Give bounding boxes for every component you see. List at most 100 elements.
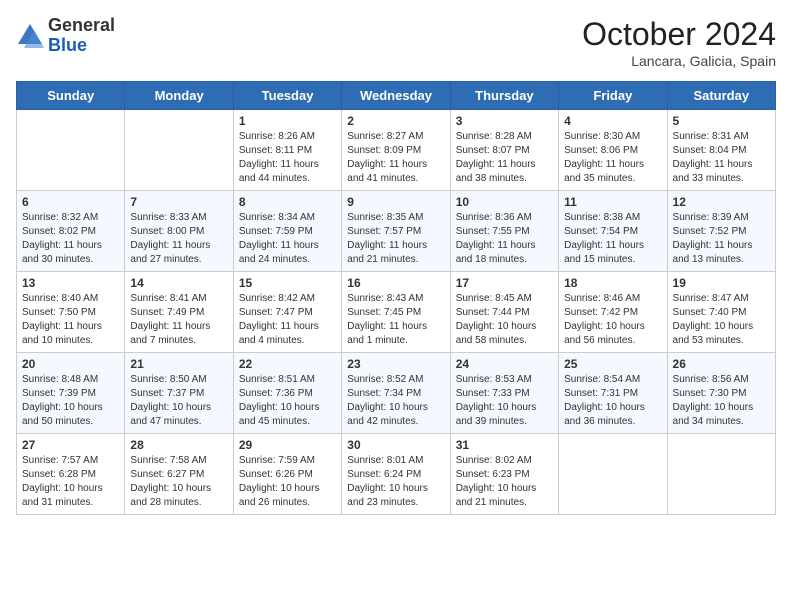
logo-general-text: General xyxy=(48,16,115,36)
day-number: 9 xyxy=(347,195,444,209)
day-number: 22 xyxy=(239,357,336,371)
cell-content: Sunrise: 8:27 AM Sunset: 8:09 PM Dayligh… xyxy=(347,130,444,186)
day-number: 19 xyxy=(673,276,770,290)
calendar-cell: 16 Sunrise: 8:43 AM Sunset: 7:45 PM Dayli… xyxy=(342,272,450,353)
calendar-cell: 10Sunrise: 8:36 AM Sunset: 7:55 PM Dayli… xyxy=(450,191,558,272)
cell-content: Sunrise: 8:35 AM Sunset: 7:57 PM Dayligh… xyxy=(347,211,444,267)
day-number: 21 xyxy=(130,357,227,371)
cell-content: Sunrise: 8:46 AM Sunset: 7:42 PM Dayligh… xyxy=(564,292,661,348)
calendar-cell xyxy=(17,110,125,191)
day-header-tuesday: Tuesday xyxy=(233,82,341,110)
cell-content: Sunrise: 8:41 AM Sunset: 7:49 PM Dayligh… xyxy=(130,292,227,348)
calendar-cell: 28 Sunrise: 7:58 AM Sunset: 6:27 PM Dayli… xyxy=(125,434,233,515)
logo-icon xyxy=(16,22,44,50)
cell-content: Sunrise: 7:57 AM Sunset: 6:28 PM Dayligh… xyxy=(22,454,119,510)
day-header-friday: Friday xyxy=(559,82,667,110)
cell-content: Sunrise: 8:53 AM Sunset: 7:33 PM Dayligh… xyxy=(456,373,553,429)
day-number: 18 xyxy=(564,276,661,290)
cell-content: Sunrise: 8:54 AM Sunset: 7:31 PM Dayligh… xyxy=(564,373,661,429)
calendar-cell: 5 Sunrise: 8:31 AM Sunset: 8:04 PM Daylig… xyxy=(667,110,775,191)
cell-content: Sunrise: 8:50 AM Sunset: 7:37 PM Dayligh… xyxy=(130,373,227,429)
month-title: October 2024 xyxy=(582,16,776,53)
days-of-week-row: SundayMondayTuesdayWednesdayThursdayFrid… xyxy=(17,82,776,110)
day-number: 27 xyxy=(22,438,119,452)
logo: General Blue xyxy=(16,16,115,56)
calendar-week-row: 13Sunrise: 8:40 AM Sunset: 7:50 PM Dayli… xyxy=(17,272,776,353)
day-header-monday: Monday xyxy=(125,82,233,110)
calendar-body: 1 Sunrise: 8:26 AM Sunset: 8:11 PM Daylig… xyxy=(17,110,776,515)
day-number: 31 xyxy=(456,438,553,452)
calendar-cell: 23 Sunrise: 8:52 AM Sunset: 7:34 PM Dayli… xyxy=(342,353,450,434)
calendar-cell xyxy=(667,434,775,515)
calendar-cell: 13Sunrise: 8:40 AM Sunset: 7:50 PM Dayli… xyxy=(17,272,125,353)
calendar-cell: 15 Sunrise: 8:42 AM Sunset: 7:47 PM Dayli… xyxy=(233,272,341,353)
cell-content: Sunrise: 8:48 AM Sunset: 7:39 PM Dayligh… xyxy=(22,373,119,429)
cell-content: Sunrise: 8:02 AM Sunset: 6:23 PM Dayligh… xyxy=(456,454,553,510)
calendar-cell: 11 Sunrise: 8:38 AM Sunset: 7:54 PM Dayli… xyxy=(559,191,667,272)
cell-content: Sunrise: 8:43 AM Sunset: 7:45 PM Dayligh… xyxy=(347,292,444,348)
calendar-cell: 2 Sunrise: 8:27 AM Sunset: 8:09 PM Daylig… xyxy=(342,110,450,191)
cell-content: Sunrise: 8:26 AM Sunset: 8:11 PM Dayligh… xyxy=(239,130,336,186)
logo-text: General Blue xyxy=(48,16,115,56)
calendar-week-row: 1 Sunrise: 8:26 AM Sunset: 8:11 PM Daylig… xyxy=(17,110,776,191)
calendar-cell: 6 Sunrise: 8:32 AM Sunset: 8:02 PM Daylig… xyxy=(17,191,125,272)
calendar-cell: 30 Sunrise: 8:01 AM Sunset: 6:24 PM Dayli… xyxy=(342,434,450,515)
page-header: General Blue October 2024 Lancara, Galic… xyxy=(16,16,776,69)
calendar-week-row: 6 Sunrise: 8:32 AM Sunset: 8:02 PM Daylig… xyxy=(17,191,776,272)
day-number: 23 xyxy=(347,357,444,371)
calendar-cell: 29 Sunrise: 7:59 AM Sunset: 6:26 PM Dayli… xyxy=(233,434,341,515)
day-number: 16 xyxy=(347,276,444,290)
cell-content: Sunrise: 8:38 AM Sunset: 7:54 PM Dayligh… xyxy=(564,211,661,267)
day-number: 20 xyxy=(22,357,119,371)
cell-content: Sunrise: 8:40 AM Sunset: 7:50 PM Dayligh… xyxy=(22,292,119,348)
calendar-cell: 9 Sunrise: 8:35 AM Sunset: 7:57 PM Daylig… xyxy=(342,191,450,272)
cell-content: Sunrise: 8:56 AM Sunset: 7:30 PM Dayligh… xyxy=(673,373,770,429)
day-number: 15 xyxy=(239,276,336,290)
day-number: 5 xyxy=(673,114,770,128)
day-number: 30 xyxy=(347,438,444,452)
location-label: Lancara, Galicia, Spain xyxy=(582,53,776,69)
day-number: 1 xyxy=(239,114,336,128)
day-header-sunday: Sunday xyxy=(17,82,125,110)
calendar-cell: 27 Sunrise: 7:57 AM Sunset: 6:28 PM Dayli… xyxy=(17,434,125,515)
calendar-cell: 31 Sunrise: 8:02 AM Sunset: 6:23 PM Dayli… xyxy=(450,434,558,515)
calendar-cell: 25Sunrise: 8:54 AM Sunset: 7:31 PM Dayli… xyxy=(559,353,667,434)
day-number: 11 xyxy=(564,195,661,209)
day-number: 8 xyxy=(239,195,336,209)
calendar-cell: 18 Sunrise: 8:46 AM Sunset: 7:42 PM Dayli… xyxy=(559,272,667,353)
calendar-week-row: 27 Sunrise: 7:57 AM Sunset: 6:28 PM Dayli… xyxy=(17,434,776,515)
day-header-wednesday: Wednesday xyxy=(342,82,450,110)
cell-content: Sunrise: 8:30 AM Sunset: 8:06 PM Dayligh… xyxy=(564,130,661,186)
day-header-saturday: Saturday xyxy=(667,82,775,110)
day-number: 28 xyxy=(130,438,227,452)
day-number: 14 xyxy=(130,276,227,290)
cell-content: Sunrise: 8:42 AM Sunset: 7:47 PM Dayligh… xyxy=(239,292,336,348)
calendar-cell: 4 Sunrise: 8:30 AM Sunset: 8:06 PM Daylig… xyxy=(559,110,667,191)
calendar-table: SundayMondayTuesdayWednesdayThursdayFrid… xyxy=(16,81,776,515)
day-number: 17 xyxy=(456,276,553,290)
cell-content: Sunrise: 8:34 AM Sunset: 7:59 PM Dayligh… xyxy=(239,211,336,267)
day-number: 3 xyxy=(456,114,553,128)
cell-content: Sunrise: 7:58 AM Sunset: 6:27 PM Dayligh… xyxy=(130,454,227,510)
calendar-cell: 1 Sunrise: 8:26 AM Sunset: 8:11 PM Daylig… xyxy=(233,110,341,191)
cell-content: Sunrise: 8:32 AM Sunset: 8:02 PM Dayligh… xyxy=(22,211,119,267)
calendar-cell: 24Sunrise: 8:53 AM Sunset: 7:33 PM Dayli… xyxy=(450,353,558,434)
cell-content: Sunrise: 8:47 AM Sunset: 7:40 PM Dayligh… xyxy=(673,292,770,348)
calendar-cell xyxy=(559,434,667,515)
day-number: 2 xyxy=(347,114,444,128)
logo-blue-text: Blue xyxy=(48,36,115,56)
cell-content: Sunrise: 8:33 AM Sunset: 8:00 PM Dayligh… xyxy=(130,211,227,267)
day-number: 6 xyxy=(22,195,119,209)
day-number: 12 xyxy=(673,195,770,209)
day-number: 7 xyxy=(130,195,227,209)
cell-content: Sunrise: 7:59 AM Sunset: 6:26 PM Dayligh… xyxy=(239,454,336,510)
cell-content: Sunrise: 8:31 AM Sunset: 8:04 PM Dayligh… xyxy=(673,130,770,186)
day-number: 29 xyxy=(239,438,336,452)
calendar-cell: 19 Sunrise: 8:47 AM Sunset: 7:40 PM Dayli… xyxy=(667,272,775,353)
calendar-cell xyxy=(125,110,233,191)
day-number: 26 xyxy=(673,357,770,371)
cell-content: Sunrise: 8:01 AM Sunset: 6:24 PM Dayligh… xyxy=(347,454,444,510)
title-area: October 2024 Lancara, Galicia, Spain xyxy=(582,16,776,69)
day-number: 4 xyxy=(564,114,661,128)
cell-content: Sunrise: 8:52 AM Sunset: 7:34 PM Dayligh… xyxy=(347,373,444,429)
